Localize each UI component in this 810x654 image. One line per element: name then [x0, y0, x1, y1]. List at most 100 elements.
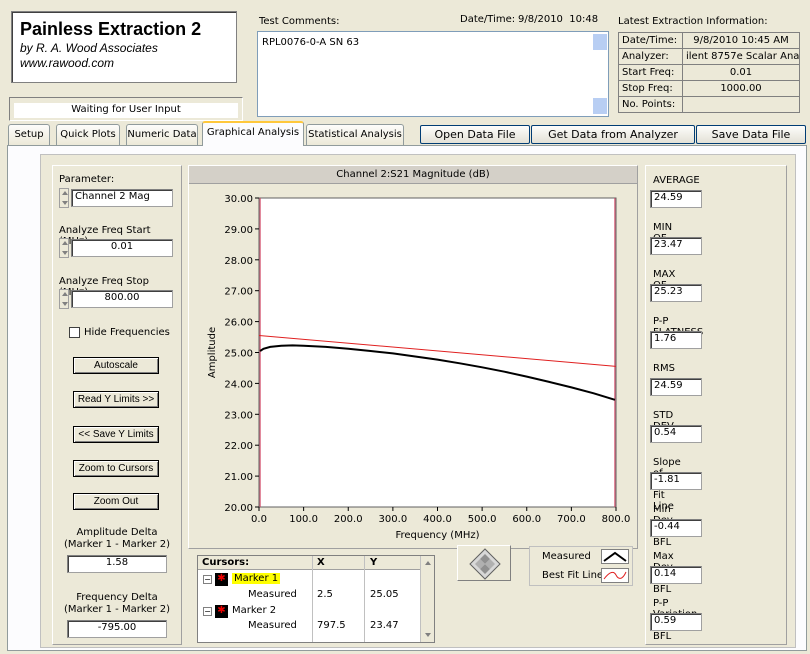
cursors-table[interactable]: Cursors: X Y − ✱ Marker 1 Measured 2.5 2…: [197, 555, 435, 643]
title-box: Painless Extraction 2 by R. A. Wood Asso…: [11, 11, 237, 83]
y-tick-label: 22.00: [224, 441, 253, 452]
x-tick-label: 200.0: [334, 514, 363, 525]
y-tick-label: 20.00: [224, 503, 253, 514]
tab-statistical-analysis[interactable]: Statistical Analysis: [306, 124, 404, 145]
save-y-limits-button[interactable]: << Save Y Limits: [73, 426, 159, 443]
info-row: Date/Time: 9/8/2010 10:45 AM: [618, 32, 800, 49]
plot-area: [258, 197, 617, 508]
x-tick-label: 800.0: [602, 514, 631, 525]
pan-zoom-control[interactable]: [457, 545, 511, 581]
tab-graphical-analysis[interactable]: Graphical Analysis: [202, 121, 304, 146]
cursors-x-header: X: [317, 557, 325, 568]
x-tick-label: 500.0: [468, 514, 497, 525]
marker2-y: 23.47: [370, 620, 399, 631]
x-tick-label: 0.0: [251, 514, 267, 525]
latest-info-title: Latest Extraction Information:: [618, 16, 768, 27]
marker1-name[interactable]: Marker 1: [232, 573, 281, 584]
y-tick-label: 23.00: [224, 410, 253, 421]
latest-info-table: Date/Time: 9/8/2010 10:45 AM Analyzer: ilen…: [618, 32, 800, 113]
x-tick-label: 400.0: [423, 514, 452, 525]
frequency-delta-value: -795.00: [67, 620, 167, 638]
marker1-y: 25.05: [370, 589, 399, 600]
tab-label: Statistical Analysis: [308, 129, 402, 140]
stat-value: 0.54: [650, 425, 702, 443]
info-row: Analyzer:ilent 8757e Scalar Analyz: [618, 48, 800, 65]
y-tick-label: 21.00: [224, 472, 253, 483]
chart-panel: Channel 2:S21 Magnitude (dB) 20.00 21.00 2…: [188, 165, 638, 549]
test-comments-field[interactable]: RPL0076-0-A SN 63: [257, 31, 609, 117]
measured2-label: Measured: [248, 620, 297, 631]
tab-label: Graphical Analysis: [206, 127, 300, 138]
status-panel: Waiting for User Input: [9, 97, 243, 121]
y-axis-label: Amplitude: [207, 327, 218, 378]
stat-label: RMS: [653, 363, 675, 374]
tab-label: Numeric Data: [127, 129, 197, 140]
info-label: Date/Time:: [618, 32, 683, 49]
chart-svg[interactable]: 20.00 21.00 22.00 23.00 24.00 25.00 26.00 27.00…: [189, 184, 639, 554]
parameter-spinner[interactable]: [59, 188, 69, 208]
x-tick-label: 300.0: [379, 514, 408, 525]
zoom-out-button[interactable]: Zoom Out: [73, 493, 159, 510]
app-author: by R. A. Wood Associates: [20, 41, 158, 55]
y-tick-label: 30.00: [224, 194, 253, 205]
legend: Measured Best Fit Line: [529, 546, 633, 586]
frequency-delta-sublabel: (Marker 1 - Marker 2): [64, 604, 170, 615]
cursors-header: Cursors:: [202, 557, 250, 568]
info-label: Start Freq:: [618, 64, 683, 81]
measured1-label: Measured: [248, 589, 297, 600]
tab-quick-plots[interactable]: Quick Plots: [56, 124, 120, 145]
freq-start-input[interactable]: 0.01: [71, 239, 173, 257]
get-data-button[interactable]: Get Data from Analyzer: [531, 125, 695, 144]
left-controls: Parameter: Channel 2 Mag Analyze Freq St…: [52, 165, 182, 645]
stat-value: 1.76: [650, 331, 702, 349]
amplitude-delta-value: 1.58: [67, 555, 167, 573]
marker2-icon: ✱: [215, 605, 228, 618]
tab-setup[interactable]: Setup: [8, 124, 50, 145]
info-value: 1000.00: [682, 80, 800, 97]
x-tick-label: 700.0: [557, 514, 586, 525]
stat-label: AVERAGE: [653, 175, 700, 186]
save-data-file-button[interactable]: Save Data File: [696, 125, 806, 144]
x-axis-label: Frequency (MHz): [395, 530, 479, 541]
marker2-name[interactable]: Marker 2: [232, 605, 276, 616]
info-value: ilent 8757e Scalar Analyz: [682, 48, 800, 65]
zoom-to-cursors-button[interactable]: Zoom to Cursors: [73, 460, 159, 477]
y-tick-label: 24.00: [224, 379, 253, 390]
expand-icon[interactable]: −: [203, 575, 212, 584]
info-label: Stop Freq:: [618, 80, 683, 97]
test-comments-text: RPL0076-0-A SN 63: [262, 37, 360, 48]
parameter-label: Parameter:: [59, 174, 115, 185]
tab-label: Quick Plots: [60, 129, 116, 140]
tab-numeric-data[interactable]: Numeric Data: [126, 124, 198, 145]
y-tick-label: 26.00: [224, 318, 253, 329]
stat-value: 23.47: [650, 237, 702, 255]
comments-scrollbar[interactable]: [592, 32, 608, 116]
stat-value: 0.59: [650, 613, 702, 631]
expand-icon[interactable]: −: [203, 607, 212, 616]
legend-bfl-label: Best Fit Line: [542, 570, 604, 581]
stat-value: 25.23: [650, 284, 702, 302]
status-text: Waiting for User Input: [14, 103, 238, 118]
freq-start-spinner[interactable]: [59, 238, 69, 258]
y-tick-label: 28.00: [224, 256, 253, 267]
freq-stop-spinner[interactable]: [59, 289, 69, 309]
legend-measured-swatch: [601, 549, 629, 564]
datetime-label: Date/Time:: [460, 14, 516, 25]
cursors-scrollbar[interactable]: [420, 556, 434, 642]
open-data-file-button[interactable]: Open Data File: [420, 125, 530, 144]
freq-stop-input[interactable]: 800.00: [71, 290, 173, 308]
autoscale-button[interactable]: Autoscale: [73, 357, 159, 374]
stat-value: -0.44: [650, 519, 702, 537]
legend-bfl-swatch: [601, 568, 629, 583]
app-title: Painless Extraction 2: [20, 19, 202, 39]
hide-frequencies-checkbox[interactable]: [69, 327, 80, 338]
marker1-x: 2.5: [317, 589, 333, 600]
marker2-x: 797.5: [317, 620, 346, 631]
parameter-value[interactable]: Channel 2 Mag: [71, 189, 173, 207]
read-y-limits-button[interactable]: Read Y Limits >>: [73, 391, 159, 408]
cursors-y-header: Y: [370, 557, 378, 568]
info-row: Stop Freq: 1000.00: [618, 80, 800, 97]
tab-label: Setup: [14, 129, 44, 140]
hide-frequencies-label: Hide Frequencies: [84, 327, 170, 338]
stat-value: 0.14: [650, 566, 702, 584]
